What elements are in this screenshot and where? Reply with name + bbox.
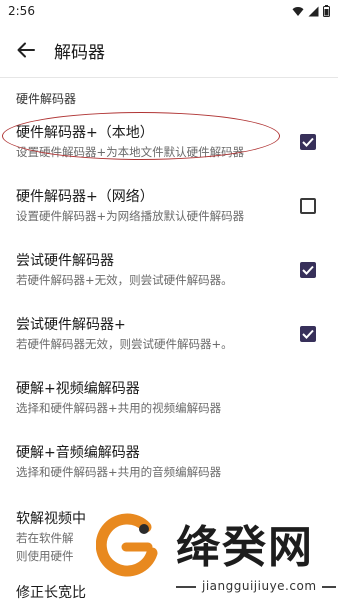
page-title: 解码器 (54, 43, 105, 63)
setting-subtitle: 选择和硬件解码器+共用的视频编解码器 (16, 401, 222, 415)
setting-row-hw-video-codecs[interactable]: 硬解+视频编解码器 选择和硬件解码器+共用的视频编解码器 (0, 370, 338, 430)
watermark: 绛癸网 jiangguijiuye.com (96, 505, 338, 600)
arrow-left-icon (17, 42, 35, 58)
check-icon (302, 137, 314, 147)
watermark-divider (322, 586, 336, 588)
setting-row-hw-audio-codecs[interactable]: 硬解+音频编解码器 选择和硬件解码器+共用的音频编解码器 (0, 434, 338, 494)
setting-subtitle: 选择和硬件解码器+共用的音频编解码器 (16, 465, 222, 479)
setting-row-try-hw-decoder-plus[interactable]: 尝试硬件解码器+ 若硬件解码器无效，则尝试硬件解码器+。 (0, 306, 338, 366)
setting-row-hw-decoder-plus-local[interactable]: 硬件解码器+（本地） 设置硬件解码器+为本地文件默认硬件解码器 (0, 114, 338, 174)
checkbox-checked[interactable] (300, 134, 316, 150)
setting-subtitle-line2: 则使用硬件 (16, 549, 74, 563)
checkbox-checked[interactable] (300, 262, 316, 278)
setting-title: 硬解+音频编解码器 (16, 445, 140, 461)
setting-subtitle: 设置硬件解码器+为本地文件默认硬件解码器 (16, 145, 245, 159)
check-icon (302, 265, 314, 275)
status-bar: 2:56 (0, 0, 338, 24)
status-icons (292, 5, 330, 17)
setting-title: 硬解+视频编解码器 (16, 381, 140, 397)
watermark-text: 绛癸网 (176, 522, 314, 573)
setting-title: 软解视频中 (16, 511, 86, 527)
setting-title: 尝试硬件解码器+ (16, 317, 126, 333)
section-header: 硬件解码器 (16, 92, 77, 106)
signal-icon (308, 6, 319, 16)
check-icon (302, 329, 314, 339)
checkbox-unchecked[interactable] (300, 198, 316, 214)
back-button[interactable] (12, 36, 40, 64)
setting-subtitle: 设置硬件解码器+为网络播放默认硬件解码器 (16, 209, 245, 223)
checkbox-checked[interactable] (300, 326, 316, 342)
setting-subtitle: 若在软件解 (16, 531, 74, 545)
setting-subtitle: 若硬件解码器+无效，则尝试硬件解码器。 (16, 273, 233, 287)
watermark-logo-icon (96, 513, 158, 577)
battery-icon (323, 5, 330, 17)
watermark-url: jiangguijiuye.com (202, 579, 317, 593)
setting-subtitle: 若硬件解码器无效，则尝试硬件解码器+。 (16, 337, 233, 351)
setting-row-try-hw-decoder[interactable]: 尝试硬件解码器 若硬件解码器+无效，则尝试硬件解码器。 (0, 242, 338, 302)
setting-title: 硬件解码器+（本地） (16, 125, 154, 141)
status-time: 2:56 (8, 4, 35, 18)
setting-title: 硬件解码器+（网络） (16, 189, 154, 205)
divider (0, 77, 338, 78)
setting-title: 修正长宽比 (16, 585, 86, 600)
watermark-divider (176, 586, 196, 588)
app-bar: 解码器 (0, 24, 338, 76)
setting-row-hw-decoder-plus-network[interactable]: 硬件解码器+（网络） 设置硬件解码器+为网络播放默认硬件解码器 (0, 178, 338, 238)
setting-title: 尝试硬件解码器 (16, 253, 114, 269)
wifi-icon (292, 6, 304, 16)
